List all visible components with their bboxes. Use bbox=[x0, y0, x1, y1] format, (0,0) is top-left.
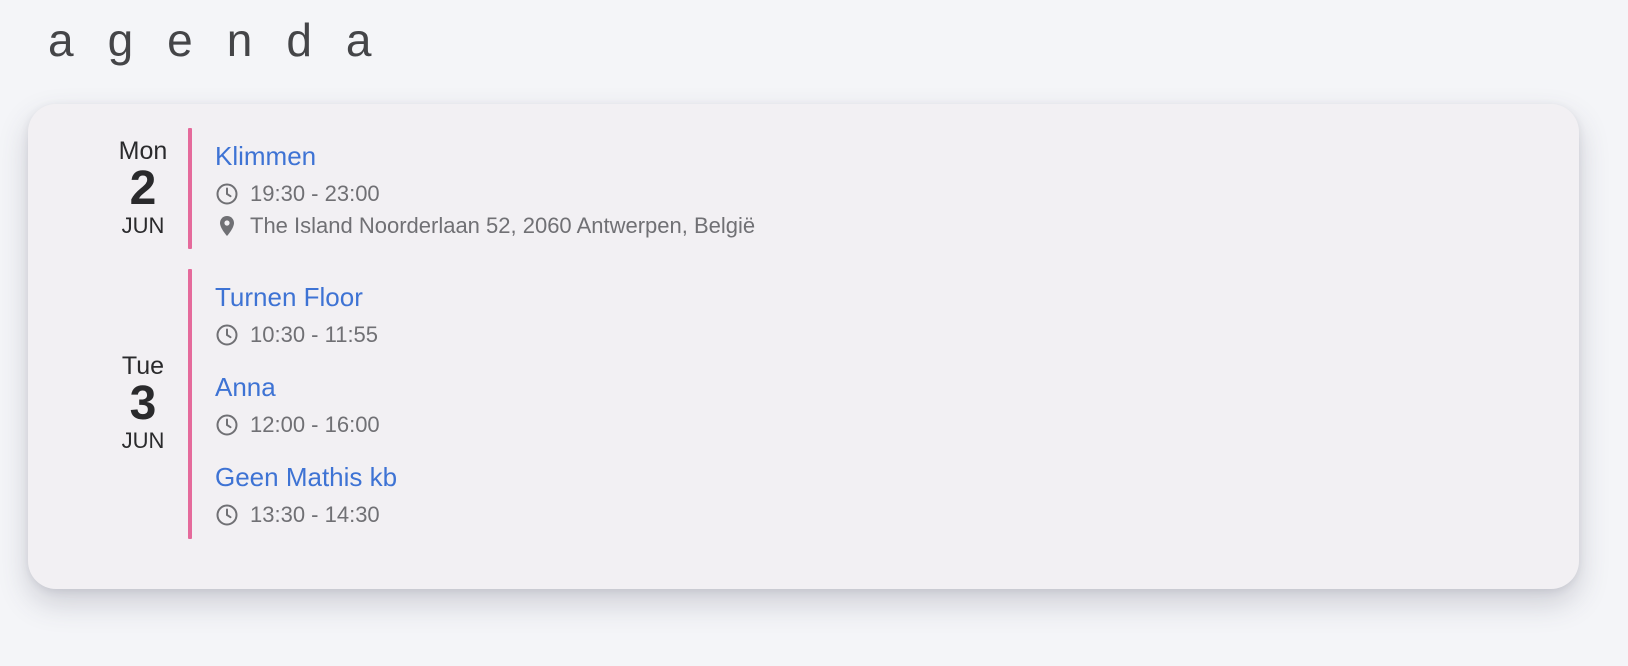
clock-icon bbox=[215, 323, 239, 347]
event-time: 19:30 - 23:00 bbox=[250, 181, 380, 206]
agenda-card: Mon 2 JUN Klimmen 19:30 - 23:00 The Isla… bbox=[28, 104, 1579, 589]
event-time: 13:30 - 14:30 bbox=[250, 502, 380, 527]
event-time-row: 12:00 - 16:00 bbox=[215, 409, 397, 441]
event-location: The Island Noorderlaan 52, 2060 Antwerpe… bbox=[250, 213, 756, 238]
event-title[interactable]: Geen Mathis kb bbox=[215, 461, 397, 493]
date-block: Mon 2 JUN bbox=[73, 136, 213, 240]
date-block: Tue 3 JUN bbox=[73, 351, 213, 455]
event-title[interactable]: Klimmen bbox=[215, 140, 755, 172]
event-item[interactable]: Klimmen 19:30 - 23:00 The Island Noorder… bbox=[215, 140, 755, 242]
event-time-row: 10:30 - 11:55 bbox=[215, 319, 397, 351]
event-time-row: 13:30 - 14:30 bbox=[215, 499, 397, 531]
event-time: 12:00 - 16:00 bbox=[250, 412, 380, 437]
location-pin-icon bbox=[215, 214, 239, 238]
month-label: JUN bbox=[121, 213, 165, 238]
event-time-row: 19:30 - 23:00 bbox=[215, 178, 755, 210]
event-title[interactable]: Turnen Floor bbox=[215, 281, 397, 313]
clock-icon bbox=[215, 182, 239, 206]
clock-icon bbox=[215, 413, 239, 437]
month-label: JUN bbox=[121, 428, 165, 453]
day-accent-bar bbox=[188, 128, 192, 249]
event-item[interactable]: Geen Mathis kb 13:30 - 14:30 bbox=[215, 461, 397, 531]
event-item[interactable]: Anna 12:00 - 16:00 bbox=[215, 371, 397, 441]
event-list: Klimmen 19:30 - 23:00 The Island Noorder… bbox=[215, 140, 755, 262]
event-location-row: The Island Noorderlaan 52, 2060 Antwerpe… bbox=[215, 210, 755, 242]
event-item[interactable]: Turnen Floor 10:30 - 11:55 bbox=[215, 281, 397, 351]
day-number: 3 bbox=[129, 377, 157, 430]
event-title[interactable]: Anna bbox=[215, 371, 397, 403]
clock-icon bbox=[215, 503, 239, 527]
page-title: agenda bbox=[48, 14, 406, 66]
event-time: 10:30 - 11:55 bbox=[250, 322, 379, 347]
day-accent-bar bbox=[188, 269, 192, 539]
event-list: Turnen Floor 10:30 - 11:55 Anna 12:00 - … bbox=[215, 281, 397, 531]
day-number: 2 bbox=[129, 162, 157, 215]
